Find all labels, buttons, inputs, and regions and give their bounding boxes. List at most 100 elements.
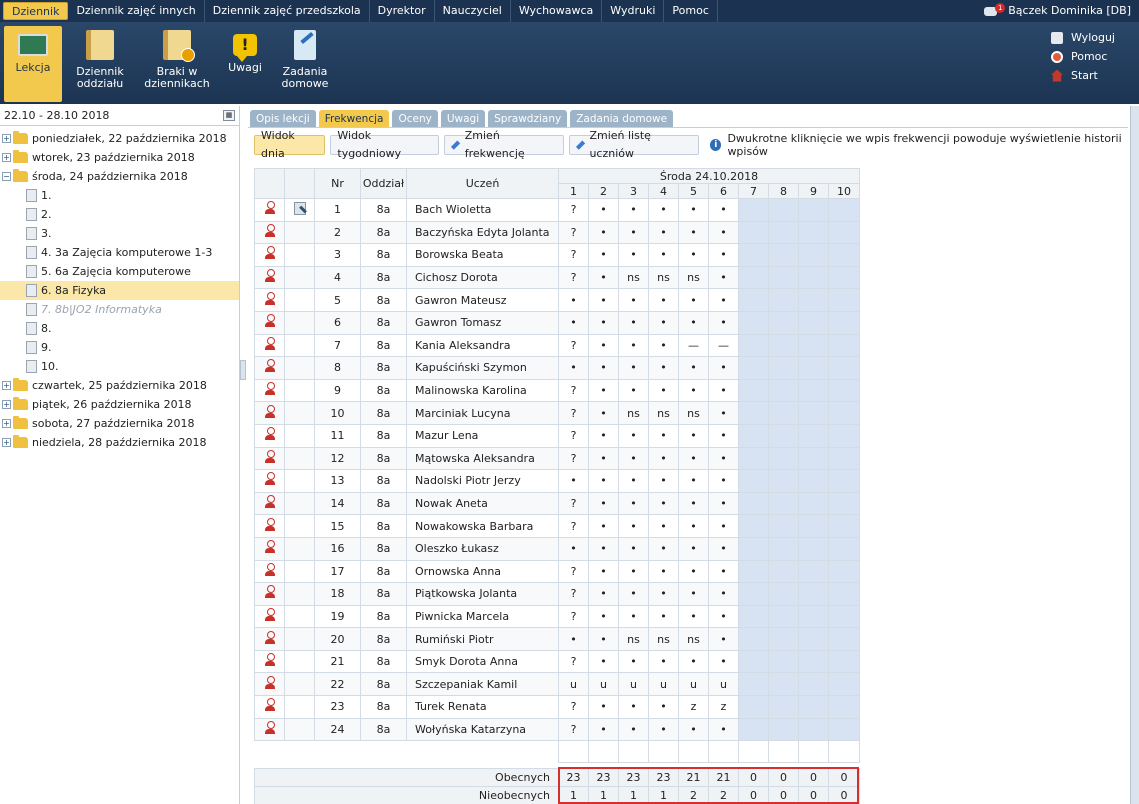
attendance-cell[interactable]: z xyxy=(708,695,739,719)
attendance-cell[interactable]: ns xyxy=(648,401,679,425)
table-row[interactable]: 15 8a Nowakowska Barbara? • • • • • xyxy=(254,514,860,538)
attendance-cell[interactable]: • xyxy=(588,198,619,222)
attendance-cell[interactable]: • xyxy=(588,333,619,358)
table-row[interactable]: 11 8a Mazur Lena? • • • • • xyxy=(254,423,860,448)
table-row[interactable]: 17 8a Ornowska Anna? • • • • • xyxy=(254,559,860,584)
attendance-cell[interactable] xyxy=(828,265,860,290)
table-row[interactable]: 1 8a Bach Wioletta? • • • • • xyxy=(254,198,860,222)
table-row[interactable]: 23 8a Turek Renata? • • • z z xyxy=(254,695,860,719)
student-cell-icon[interactable] xyxy=(254,265,285,290)
attendance-cell[interactable] xyxy=(828,491,860,516)
note-cell[interactable] xyxy=(284,288,315,312)
attendance-cell[interactable]: ns xyxy=(678,265,709,290)
attendance-cell[interactable] xyxy=(768,559,799,584)
attendance-cell[interactable]: • xyxy=(588,288,619,312)
student-icon[interactable] xyxy=(264,653,275,667)
attendance-cell[interactable]: • xyxy=(588,469,619,493)
table-row[interactable]: 3 8a Borowska Beata? • • • • • xyxy=(254,243,860,267)
tree-day-node[interactable]: + poniedziałek, 22 października 2018 xyxy=(0,129,239,148)
attendance-cell[interactable] xyxy=(828,695,860,719)
attendance-cell[interactable]: • xyxy=(618,582,649,606)
attendance-cell[interactable]: • xyxy=(678,604,709,629)
attendance-cell[interactable] xyxy=(768,582,799,606)
tab-sprawdziany[interactable]: Sprawdziany xyxy=(488,110,568,128)
student-icon[interactable] xyxy=(264,336,275,351)
tree-lesson-node[interactable]: 8. xyxy=(0,319,239,338)
student-icon[interactable] xyxy=(264,562,275,577)
table-row[interactable]: 12 8a Mątowska Aleksandra? • • • • • xyxy=(254,446,860,471)
attendance-cell[interactable] xyxy=(798,265,829,290)
attendance-cell[interactable]: • xyxy=(588,243,619,267)
widok-tygodniowy-button[interactable]: Widok tygodniowy xyxy=(330,129,440,160)
attendance-cell[interactable]: • xyxy=(588,356,619,380)
attendance-cell[interactable] xyxy=(828,582,860,606)
attendance-cell[interactable]: • xyxy=(648,536,679,561)
attendance-cell[interactable] xyxy=(828,333,860,358)
attendance-cell[interactable]: • xyxy=(588,265,619,290)
attendance-cell[interactable] xyxy=(828,604,860,629)
attendance-cell[interactable] xyxy=(798,446,829,471)
tree-day-node[interactable]: − środa, 24 października 2018 xyxy=(0,167,239,186)
attendance-cell[interactable] xyxy=(798,423,829,448)
note-cell[interactable] xyxy=(284,423,315,448)
attendance-cell[interactable]: ns xyxy=(648,265,679,290)
attendance-cell[interactable]: • xyxy=(648,378,679,403)
table-row[interactable]: 10 8a Marciniak Lucyna? • ns ns ns • xyxy=(254,401,860,425)
attendance-cell[interactable]: • xyxy=(648,717,679,742)
attendance-cell[interactable] xyxy=(768,717,799,742)
attendance-cell[interactable] xyxy=(738,469,769,493)
student-cell-icon[interactable] xyxy=(254,220,285,245)
attendance-cell[interactable]: • xyxy=(618,356,649,380)
expand-icon[interactable]: + xyxy=(2,134,11,143)
attendance-cell[interactable]: • xyxy=(678,356,709,380)
student-cell-icon[interactable] xyxy=(254,378,285,403)
attendance-cell[interactable] xyxy=(768,514,799,538)
attendance-cell[interactable] xyxy=(768,356,799,380)
student-icon[interactable] xyxy=(264,607,275,622)
attendance-cell[interactable]: • xyxy=(708,378,739,403)
student-icon[interactable] xyxy=(264,427,275,441)
attendance-cell[interactable]: • xyxy=(678,288,709,312)
attendance-cell[interactable]: • xyxy=(588,717,619,742)
attendance-cell[interactable] xyxy=(798,695,829,719)
attendance-cell[interactable] xyxy=(828,649,860,674)
messages-icon[interactable]: 1 xyxy=(984,3,1006,17)
note-cell[interactable] xyxy=(284,695,315,719)
note-cell[interactable] xyxy=(284,265,315,290)
attendance-cell[interactable] xyxy=(798,356,829,380)
note-cell[interactable] xyxy=(284,491,315,516)
student-cell-icon[interactable] xyxy=(254,446,285,471)
attendance-cell[interactable] xyxy=(738,514,769,538)
attendance-cell[interactable] xyxy=(798,649,829,674)
student-icon[interactable] xyxy=(264,404,275,419)
attendance-cell[interactable] xyxy=(798,491,829,516)
tab-oceny[interactable]: Oceny xyxy=(392,110,438,128)
attendance-cell[interactable]: • xyxy=(678,310,709,335)
attendance-cell[interactable] xyxy=(828,717,860,742)
student-cell-icon[interactable] xyxy=(254,604,285,629)
attendance-cell[interactable] xyxy=(828,672,860,697)
note-cell[interactable] xyxy=(284,627,315,651)
attendance-cell[interactable]: ? xyxy=(558,243,589,267)
table-row[interactable]: 2 8a Baczyńska Edyta Jolanta? • • • • • xyxy=(254,220,860,245)
attendance-cell[interactable]: • xyxy=(618,310,649,335)
table-row[interactable]: 20 8a Rumiński Piotr • • ns ns ns • xyxy=(254,627,860,651)
note-cell[interactable] xyxy=(284,243,315,267)
student-icon[interactable] xyxy=(264,382,275,396)
attendance-cell[interactable] xyxy=(768,378,799,403)
attendance-cell[interactable]: • xyxy=(648,446,679,471)
attendance-cell[interactable] xyxy=(828,310,860,335)
user-name[interactable]: Bączek Dominika [DB] xyxy=(1008,0,1131,22)
student-cell-icon[interactable] xyxy=(254,695,285,719)
attendance-cell[interactable]: ns xyxy=(618,401,649,425)
note-cell[interactable] xyxy=(284,333,315,358)
attendance-cell[interactable]: ? xyxy=(558,649,589,674)
attendance-cell[interactable]: • xyxy=(678,582,709,606)
attendance-cell[interactable]: ? xyxy=(558,198,589,222)
student-cell-icon[interactable] xyxy=(254,356,285,380)
tree-lesson-node[interactable]: 2. xyxy=(0,205,239,224)
note-cell[interactable] xyxy=(284,220,315,245)
attendance-cell[interactable]: ? xyxy=(558,333,589,358)
attendance-cell[interactable]: • xyxy=(678,536,709,561)
note-cell[interactable] xyxy=(284,401,315,425)
